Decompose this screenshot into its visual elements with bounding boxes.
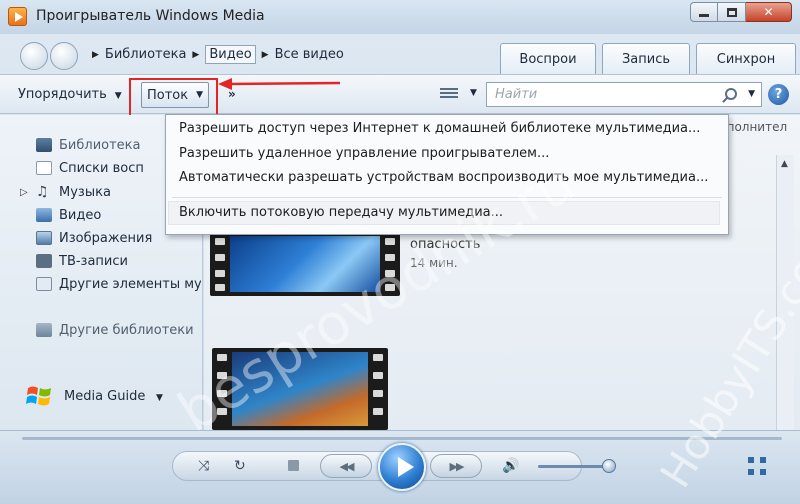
volume-icon[interactable]: 🔊 xyxy=(502,458,519,474)
tab-burn[interactable]: Запись xyxy=(602,43,690,75)
close-icon: ✕ xyxy=(763,5,774,19)
sidebar-item-label: Музыка xyxy=(59,184,111,200)
playlists-icon xyxy=(36,161,52,175)
organize-label: Упорядочить xyxy=(18,87,107,102)
chevron-right-icon[interactable]: ▶ xyxy=(262,50,269,60)
pictures-icon xyxy=(36,231,52,245)
previous-icon: ◀◀ xyxy=(339,459,355,473)
view-tabs: Воспрои Запись Синхрон xyxy=(500,43,796,75)
chevron-down-icon[interactable]: ▼ xyxy=(748,89,755,99)
organize-button[interactable]: Упорядочить ▼ xyxy=(18,87,122,102)
repeat-icon[interactable]: ↻ xyxy=(234,458,246,474)
navigation-bar: ▶ Библиотека ▶ Видео ▶ Все видео Воспрои… xyxy=(0,34,800,75)
play-button[interactable] xyxy=(378,443,426,491)
column-header-artist[interactable]: сполнител xyxy=(720,120,787,134)
search-input[interactable]: Найти ▼ xyxy=(486,82,762,107)
stop-button[interactable] xyxy=(288,460,299,471)
video-icon xyxy=(36,208,52,222)
chevron-down-icon: ▼ xyxy=(196,90,204,100)
help-button[interactable]: ? xyxy=(768,84,789,105)
scroll-up-icon[interactable]: ▲ xyxy=(781,159,788,169)
chevron-down-icon[interactable]: ▼ xyxy=(156,393,163,403)
breadcrumb-video[interactable]: Видео xyxy=(205,45,256,64)
breadcrumb-all-video[interactable]: Все видео xyxy=(275,47,344,62)
menu-separator xyxy=(172,197,722,198)
expand-arrow-icon[interactable]: ▷ xyxy=(20,187,28,198)
sidebar-item-label: Списки восп xyxy=(59,160,144,176)
next-button[interactable]: ▶▶ xyxy=(430,454,482,478)
sidebar-item-other-media[interactable]: Другие элементы мул xyxy=(36,274,201,294)
breadcrumb: ▶ Библиотека ▶ Видео ▶ Все видео xyxy=(92,45,344,64)
view-options-icon[interactable] xyxy=(440,86,458,102)
minimize-icon xyxy=(699,13,709,17)
window-controls: ✕ xyxy=(690,2,792,22)
sidebar-item-label: Другие элементы мул xyxy=(59,276,201,292)
sidebar-item-label: Изображения xyxy=(59,230,153,246)
next-icon: ▶▶ xyxy=(449,459,465,473)
other-libraries-icon xyxy=(36,323,52,337)
shuffle-icon[interactable]: ⤨ xyxy=(198,458,209,474)
close-button[interactable]: ✕ xyxy=(746,2,792,22)
title-bar: Проигрыватель Windows Media ✕ xyxy=(0,0,800,34)
media-player-window: Проигрыватель Windows Media ✕ ▶ Библиоте… xyxy=(0,0,800,504)
sidebar-item-label: ТВ-записи xyxy=(59,253,128,269)
stream-button[interactable]: Поток ▼ xyxy=(141,82,209,108)
maximize-button[interactable] xyxy=(718,2,746,22)
other-media-icon xyxy=(36,277,52,291)
stream-label: Поток xyxy=(146,87,189,103)
menu-item-internet-access[interactable]: Разрешить доступ через Интернет к домашн… xyxy=(179,121,700,136)
back-button[interactable] xyxy=(20,42,48,70)
search-placeholder: Найти xyxy=(495,87,538,102)
window-title: Проигрыватель Windows Media xyxy=(36,8,265,24)
volume-slider-handle[interactable] xyxy=(602,459,616,473)
sidebar-item-label: Видео xyxy=(59,207,102,223)
sidebar-item-other-libraries[interactable]: Другие библиотеки xyxy=(36,320,201,340)
previous-button[interactable]: ◀◀ xyxy=(320,454,372,478)
minimize-button[interactable] xyxy=(690,2,718,22)
menu-item-auto-allow-devices[interactable]: Автоматически разрешать устройствам восп… xyxy=(179,170,708,185)
media-player-app-icon xyxy=(8,7,27,26)
forward-button[interactable] xyxy=(50,42,78,70)
chevron-down-icon: ▼ xyxy=(114,91,122,101)
menu-item-remote-control[interactable]: Разрешить удаленное управление проигрыва… xyxy=(179,146,549,161)
tab-sync[interactable]: Синхрон xyxy=(696,43,796,75)
recorded-tv-icon xyxy=(36,254,52,268)
chevron-right-icon[interactable]: ▶ xyxy=(192,50,199,60)
search-icon[interactable] xyxy=(725,88,737,100)
annotation-arrow xyxy=(218,78,341,90)
windows-logo-icon xyxy=(26,386,51,406)
sidebar-item-label: Другие библиотеки xyxy=(59,322,194,338)
media-guide-link[interactable]: Media Guide xyxy=(64,389,145,404)
breadcrumb-library[interactable]: Библиотека xyxy=(105,47,187,62)
switch-to-now-playing-icon[interactable] xyxy=(748,457,768,477)
tab-playback[interactable]: Воспрои xyxy=(500,43,596,75)
sidebar-item-label: Библиотека xyxy=(59,137,141,153)
toolbar: Упорядочить ▼ Поток ▼ » ▼ Найти ▼ ? xyxy=(0,74,800,120)
maximize-icon xyxy=(726,7,737,17)
chevron-right-icon[interactable]: ▶ xyxy=(92,50,99,60)
chevron-down-icon[interactable]: ▼ xyxy=(470,88,477,98)
sidebar-item-recorded-tv[interactable]: ТВ-записи xyxy=(36,251,201,271)
music-icon: ♫ xyxy=(36,184,49,200)
library-icon xyxy=(36,138,52,152)
